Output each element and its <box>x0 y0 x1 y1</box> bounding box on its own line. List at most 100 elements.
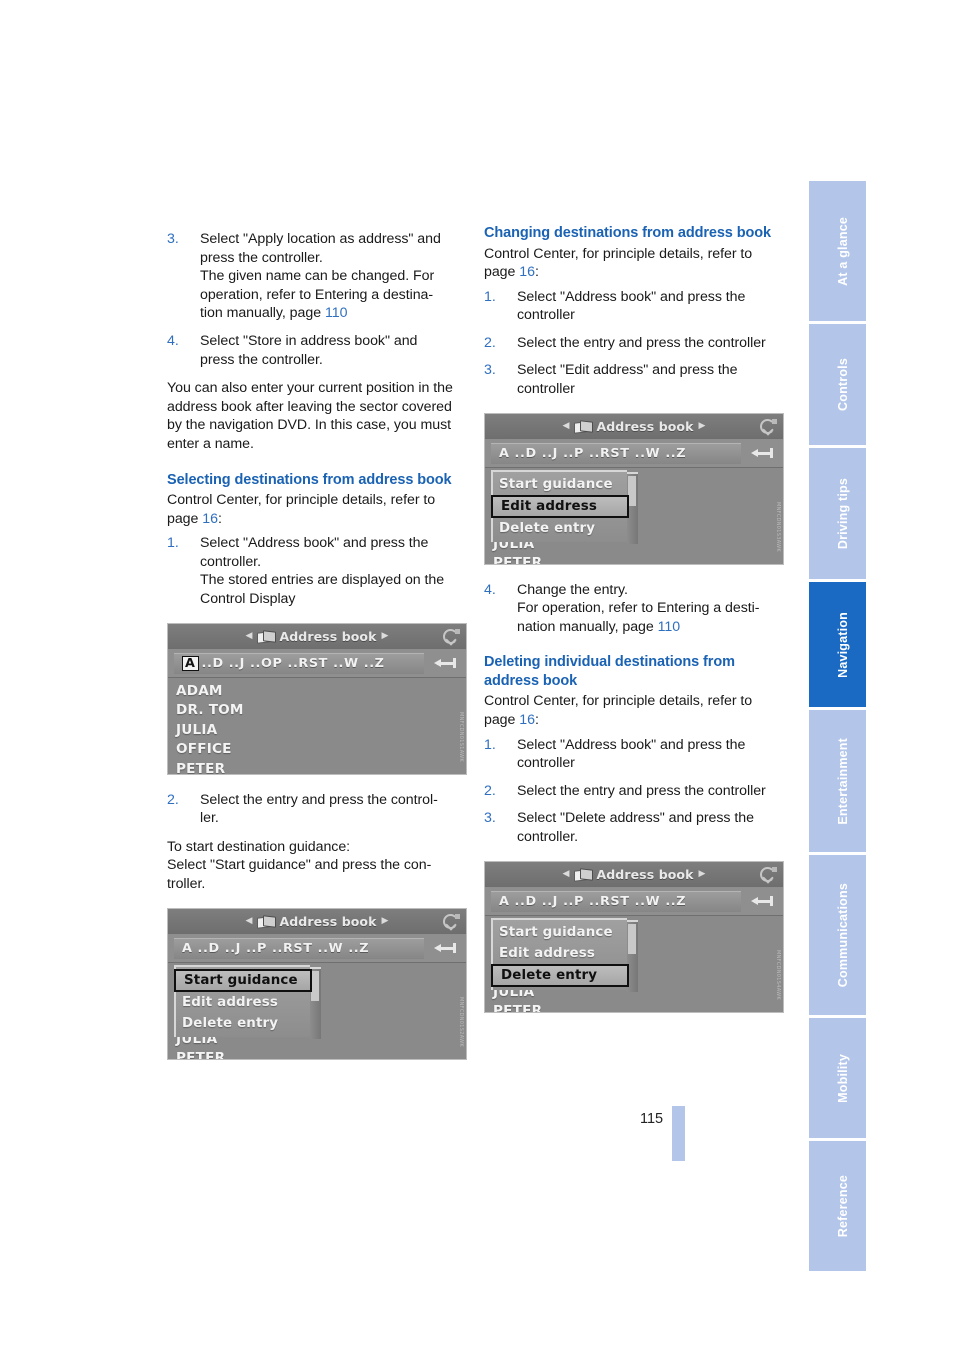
step-line: Select the entry and press the control- <box>200 791 438 808</box>
return-button[interactable] <box>424 937 466 960</box>
cd-title-label: Address book <box>596 418 694 434</box>
cd-alphabet-bar[interactable]: A ..D ..J ..P ..RST ..W ..Z <box>485 887 783 916</box>
list-item: 2. Select the entry and press the contro… <box>484 782 784 801</box>
page-number: 115 <box>640 1111 664 1127</box>
tab-label: Mobility <box>836 1053 850 1103</box>
page-reference[interactable]: 16 <box>519 712 535 728</box>
rotate-controller-icon <box>759 866 777 884</box>
menu-item-start-guidance[interactable]: Start guidance <box>174 968 312 992</box>
guidance-line: To start destination guidance: <box>167 838 351 855</box>
intro-control-center: Control Center, for principle details, r… <box>484 245 784 282</box>
list-item[interactable]: PETER <box>493 1002 783 1012</box>
list-item[interactable]: PETER <box>176 1049 466 1059</box>
step-number: 2. <box>167 791 179 808</box>
step-text: Select "Apply location as address" and p… <box>200 231 441 321</box>
page-reference[interactable]: 110 <box>325 305 348 321</box>
chevron-left-icon[interactable]: ◀ <box>558 421 575 431</box>
rotate-controller-icon <box>442 628 460 646</box>
list-item[interactable]: DR. TOM <box>176 701 466 721</box>
alphabet-field[interactable]: A ..D ..J ..P ..RST ..W ..Z <box>174 937 424 959</box>
address-book-icon <box>257 916 274 927</box>
tab-label: Controls <box>836 358 850 411</box>
sidebar-tab-controls[interactable]: Controls <box>809 324 866 445</box>
alphabet-field[interactable]: A ..D ..J ..P ..RST ..W ..Z <box>491 442 741 464</box>
context-menu: Start guidance Edit address Delete entry <box>491 917 638 992</box>
menu-item-delete-entry[interactable]: Delete entry <box>493 518 627 539</box>
intro-control-center: Control Center, for principle details, r… <box>484 692 784 729</box>
cd-alphabet-bar[interactable]: A ..D ..J ..P ..RST ..W ..Z <box>168 934 466 963</box>
step-text: Select "Address book" and press the cont… <box>200 535 444 607</box>
step-line: Select "Address book" and press the <box>517 288 746 305</box>
sidebar-tab-at-a-glance[interactable]: At a glance <box>809 181 866 321</box>
list-item[interactable]: ADAM <box>176 682 466 702</box>
chevron-right-icon[interactable]: ▶ <box>377 631 394 641</box>
chevron-right-icon[interactable]: ▶ <box>694 869 711 879</box>
return-button[interactable] <box>741 890 783 913</box>
sidebar-tab-navigation[interactable]: Navigation <box>809 582 866 707</box>
chevron-left-icon[interactable]: ◀ <box>558 869 575 879</box>
menu-item-edit-address[interactable]: Edit address <box>176 992 310 1013</box>
figure-code: MNFCDN01S2AWK <box>458 996 464 1047</box>
control-display-screenshot-3: ◀ Address book ▶ A ..D ..J ..P ..RST ..W… <box>484 412 784 565</box>
rotate-controller-icon <box>442 913 460 931</box>
step-number: 1. <box>484 288 496 305</box>
return-button[interactable] <box>424 652 466 675</box>
list-item: 3. Select "Apply location as address" an… <box>167 230 467 323</box>
step-line: Select the entry and press the controlle… <box>517 334 766 351</box>
right-text-column: Changing destinations from address book … <box>484 224 784 1013</box>
chevron-left-icon[interactable]: ◀ <box>241 916 258 926</box>
page-reference[interactable]: 110 <box>658 619 681 635</box>
step-line: The given name can be changed. For <box>200 268 435 285</box>
step-number: 2. <box>484 334 496 351</box>
menu-item-edit-address[interactable]: Edit address <box>493 943 627 964</box>
sidebar-tab-reference[interactable]: Reference <box>809 1141 866 1271</box>
return-button[interactable] <box>741 442 783 465</box>
cd-alphabet-bar[interactable]: A ..D ..J ..P ..RST ..W ..Z <box>485 439 783 468</box>
return-arrow-icon <box>751 448 773 459</box>
steps-list-top: 3. Select "Apply location as address" an… <box>167 230 467 369</box>
menu-item-edit-address[interactable]: Edit address <box>491 494 629 518</box>
list-item[interactable]: JULIA <box>176 721 466 741</box>
alphabet-range-text: ..D ..J ..OP ..RST ..W ..Z <box>201 656 385 672</box>
address-book-icon <box>574 869 591 880</box>
step-number: 3. <box>484 810 496 827</box>
step-line: Change the entry. <box>517 581 628 598</box>
step-line: Select "Edit address" and press the <box>517 362 738 379</box>
menu-item-start-guidance[interactable]: Start guidance <box>493 922 627 943</box>
alphabet-range-text: A ..D ..J ..P ..RST ..W ..Z <box>182 941 370 957</box>
chevron-left-icon[interactable]: ◀ <box>241 631 258 641</box>
step-number: 3. <box>167 231 179 247</box>
menu-item-start-guidance[interactable]: Start guidance <box>493 474 627 495</box>
menu-item-delete-entry[interactable]: Delete entry <box>491 963 629 987</box>
chevron-right-icon[interactable]: ▶ <box>694 421 711 431</box>
cd-title-bar: ◀ Address book ▶ <box>485 861 783 888</box>
sidebar-tab-communications[interactable]: Communications <box>809 855 866 1015</box>
figure-code: MNFCDN01S1AWK <box>458 711 464 762</box>
page-reference[interactable]: 16 <box>202 511 218 527</box>
sidebar-tab-entertainment[interactable]: Entertainment <box>809 710 866 852</box>
chevron-right-icon[interactable]: ▶ <box>377 916 394 926</box>
paragraph-current-position: You can also enter your current position… <box>167 380 453 452</box>
alphabet-field[interactable]: A ..D ..J ..P ..RST ..W ..Z <box>491 890 741 912</box>
sidebar-tab-mobility[interactable]: Mobility <box>809 1018 866 1138</box>
tab-label: Entertainment <box>836 737 850 825</box>
list-item: 4. Change the entry. For operation, refe… <box>484 581 784 637</box>
return-arrow-icon <box>751 896 773 907</box>
step-line: Select "Address book" and press the <box>517 736 746 753</box>
page-reference[interactable]: 16 <box>519 264 535 280</box>
step-line: ler. <box>200 810 219 827</box>
list-item[interactable]: PETER <box>176 760 466 774</box>
sidebar-tab-driving-tips[interactable]: Driving tips <box>809 448 866 579</box>
step-number: 3. <box>484 362 496 379</box>
alphabet-field[interactable]: A ..D ..J ..OP ..RST ..W ..Z <box>174 652 424 674</box>
cd-alphabet-bar[interactable]: A ..D ..J ..OP ..RST ..W ..Z <box>168 649 466 678</box>
list-item[interactable]: PETER <box>493 554 783 564</box>
step-number: 4. <box>484 581 496 598</box>
list-item[interactable]: OFFICE <box>176 740 466 760</box>
alphabet-selected-letter[interactable]: A <box>182 656 199 672</box>
menu-item-delete-entry[interactable]: Delete entry <box>176 1013 310 1034</box>
